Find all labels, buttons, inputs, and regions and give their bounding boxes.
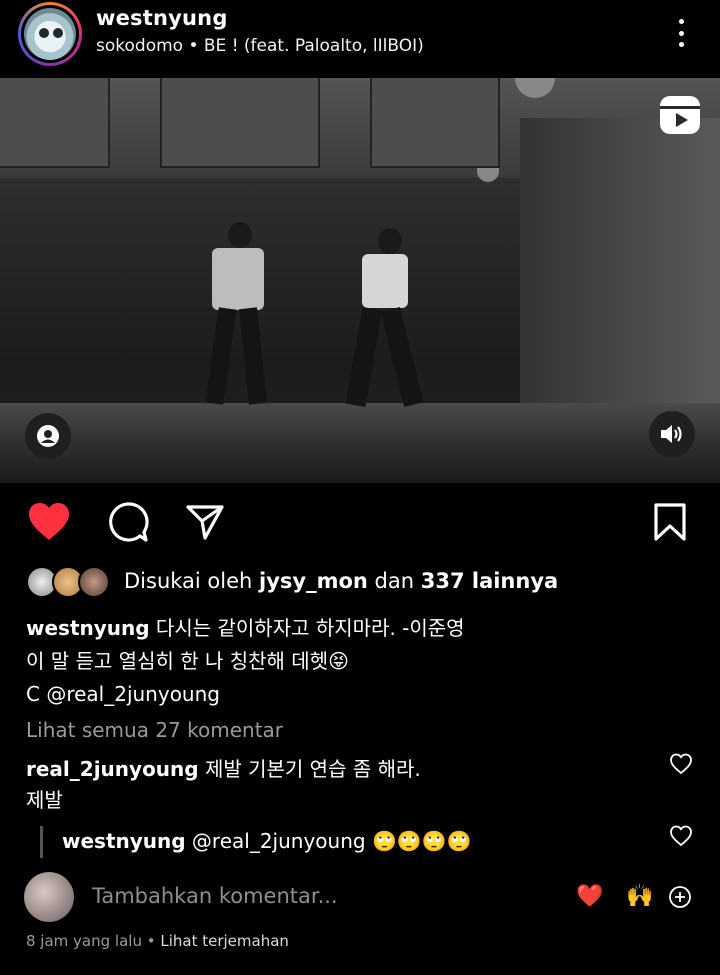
comment-text-2: 제발 [26, 788, 63, 812]
caption-line-1: 다시는 같이하자고 하지마라. -이준영 [149, 616, 465, 640]
dancer-left [198, 222, 278, 412]
add-emoji-plus-icon[interactable] [668, 885, 692, 909]
quick-emoji-raising-hands[interactable]: 🙌 [626, 884, 653, 910]
liker-username[interactable]: jysy_mon [259, 569, 368, 593]
likes-count[interactable]: 337 lainnya [421, 569, 558, 593]
reel-video[interactable] [0, 78, 720, 483]
view-all-comments-link[interactable]: Lihat semua 27 komentar [26, 718, 283, 742]
caption-username[interactable]: westnyung [26, 616, 150, 640]
save-bookmark-icon[interactable] [648, 500, 692, 544]
comment-username[interactable]: real_2junyoung [26, 757, 199, 781]
current-user-avatar [24, 872, 74, 922]
add-comment-input[interactable]: Tambahkan komentar... [92, 884, 338, 908]
add-comment-row: Tambahkan komentar... ❤️ 🙌 [24, 872, 704, 922]
comment-item: real_2junyoung 제발 기본기 연습 좀 해라. 제발 [26, 754, 646, 816]
meta-separator: • [141, 932, 161, 950]
see-translation-link[interactable]: Lihat terjemahan [160, 932, 289, 950]
comment-like-heart-icon[interactable] [668, 751, 694, 777]
comment-text: 제발 기본기 연습 좀 해라. [198, 757, 421, 781]
quick-emoji-heart[interactable]: ❤️ [576, 884, 603, 910]
share-send-icon[interactable] [183, 500, 227, 544]
post-username[interactable]: westnyung [96, 6, 228, 30]
audio-track-link[interactable]: sokodomo • BE ! (feat. Paloalto, lIlBOI) [96, 36, 424, 56]
post-header: westnyung sokodomo • BE ! (feat. Paloalt… [0, 0, 720, 78]
post-actions [0, 500, 720, 546]
caption-line-2: 이 말 듣고 열심히 한 나 칭찬해 데헷😝 [26, 649, 349, 673]
likes-summary[interactable]: Disukai oleh jysy_mon dan 337 lainnya [26, 566, 706, 600]
reels-icon [660, 96, 700, 134]
post-caption: westnyung 다시는 같이하자고 하지마라. -이준영 이 말 듣고 열심… [26, 612, 706, 711]
reply-text: @real_2junyoung 🙄🙄🙄🙄 [185, 829, 472, 853]
reply-like-heart-icon[interactable] [668, 823, 694, 849]
post-meta: 8 jam yang lalu • Lihat terjemahan [26, 932, 289, 950]
liker-avatars [26, 566, 112, 600]
avatar [78, 566, 110, 598]
profile-avatar[interactable] [18, 2, 82, 66]
tagged-people-icon[interactable] [25, 413, 71, 459]
caption-line-3[interactable]: C @real_2junyoung [26, 678, 706, 711]
reply-item: westnyung @real_2junyoung 🙄🙄🙄🙄 [62, 826, 472, 856]
reply-thread-line [40, 826, 43, 858]
like-heart-icon[interactable] [27, 500, 71, 544]
more-options-icon[interactable] [668, 16, 694, 50]
reply-username[interactable]: westnyung [62, 829, 186, 853]
likes-prefix: Disukai oleh [124, 569, 260, 593]
likes-middle: dan [367, 569, 421, 593]
volume-icon[interactable] [649, 411, 695, 457]
comment-icon[interactable] [106, 500, 150, 544]
dancer-right [340, 228, 430, 412]
post-timestamp: 8 jam yang lalu [26, 932, 142, 950]
